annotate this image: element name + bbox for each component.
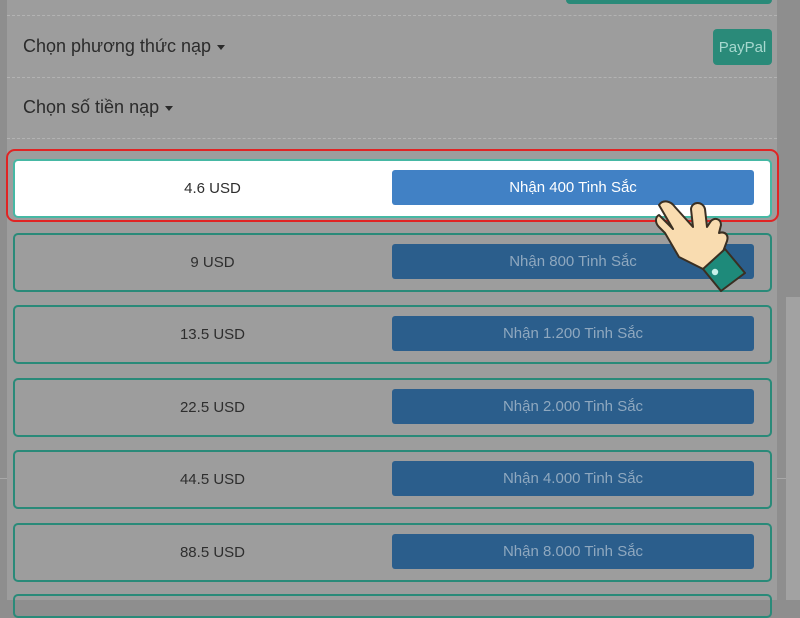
receive-button[interactable]: Nhận 4.000 Tinh Sắc — [392, 461, 754, 496]
option-price: 22.5 USD — [179, 399, 246, 416]
amount-option[interactable]: 13.5 USD Nhận 1.200 Tinh Sắc — [13, 305, 772, 364]
payment-method-dropdown[interactable]: Chọn phương thức nạp — [23, 36, 226, 57]
amount-option-partial[interactable] — [13, 594, 772, 618]
amount-option[interactable]: 44.5 USD Nhận 4.000 Tinh Sắc — [13, 450, 772, 509]
top-button-edge[interactable] — [566, 0, 772, 4]
scrollbar[interactable] — [786, 297, 800, 600]
content-panel — [7, 0, 777, 600]
option-price: 9 USD — [190, 254, 235, 271]
pointing-hand-icon — [655, 200, 746, 292]
payment-method-label: Chọn phương thức nạp — [23, 36, 212, 56]
amount-dropdown[interactable]: Chọn số tiền nạp — [23, 97, 174, 118]
option-price: 13.5 USD — [179, 326, 246, 343]
option-price: 88.5 USD — [179, 544, 246, 561]
amount-option[interactable]: 22.5 USD Nhận 2.000 Tinh Sắc — [13, 378, 772, 437]
divider — [7, 15, 777, 16]
caret-down-icon — [165, 105, 174, 111]
paypal-button[interactable]: PayPal — [713, 29, 772, 65]
caret-down-icon — [217, 44, 226, 50]
divider — [7, 77, 777, 78]
divider — [777, 478, 786, 479]
amount-label: Chọn số tiền nạp — [23, 97, 160, 117]
receive-button[interactable]: Nhận 1.200 Tinh Sắc — [392, 316, 754, 351]
divider — [0, 478, 7, 479]
receive-button[interactable]: Nhận 2.000 Tinh Sắc — [392, 389, 754, 424]
receive-button[interactable]: Nhận 8.000 Tinh Sắc — [392, 534, 754, 569]
amount-option[interactable]: 88.5 USD Nhận 8.000 Tinh Sắc — [13, 523, 772, 582]
option-price: 44.5 USD — [179, 471, 246, 488]
divider — [7, 138, 777, 139]
